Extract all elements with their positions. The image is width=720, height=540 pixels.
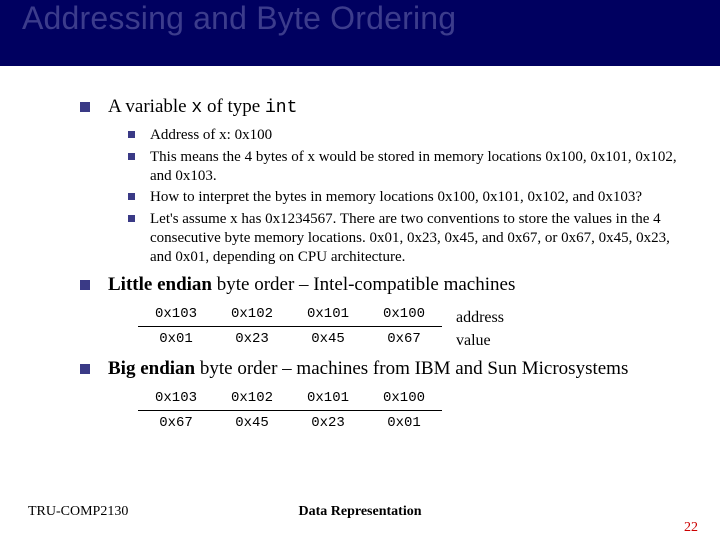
val-cell: 0x01 — [366, 411, 442, 434]
text: This means the 4 bytes of x would be sto… — [150, 149, 677, 184]
value-row: 0x01 0x23 0x45 0x67 value — [138, 327, 686, 350]
text: byte order – Intel-compatible machines — [212, 274, 515, 295]
title-bar: Addressing and Byte Ordering — [0, 0, 720, 66]
slide-body: A variable x of type int Address of x: 0… — [80, 96, 686, 442]
address-row: 0x103 0x102 0x101 0x100 — [138, 388, 686, 411]
square-bullet-icon — [80, 280, 90, 290]
square-bullet-icon — [128, 193, 135, 200]
big-endian-table: 0x103 0x102 0x101 0x100 0x67 0x45 0x23 0… — [138, 388, 686, 434]
sub-list: Address of x: 0x100 This means the 4 byt… — [128, 126, 686, 266]
text-bold: Little endian — [108, 274, 212, 295]
bullet-variable: A variable x of type int Address of x: 0… — [80, 96, 686, 266]
addr-cell: 0x102 — [214, 304, 290, 327]
addr-cell: 0x101 — [290, 304, 366, 327]
square-bullet-icon — [80, 364, 90, 374]
text: of type — [202, 96, 265, 117]
sub-bullet-assume: Let's assume x has 0x1234567. There are … — [128, 210, 686, 266]
bullet-little-endian: Little endian byte order – Intel-compati… — [80, 274, 686, 296]
val-cell: 0x45 — [214, 411, 290, 434]
text: byte order – machines from IBM and Sun M… — [195, 358, 628, 379]
footer-course: TRU-COMP2130 — [28, 504, 128, 520]
val-cell: 0x67 — [138, 411, 214, 434]
text: How to interpret the bytes in memory loc… — [150, 189, 642, 205]
val-cell: 0x45 — [290, 327, 366, 350]
sub-bullet-address: Address of x: 0x100 — [128, 126, 686, 145]
addr-cell: 0x100 — [366, 304, 442, 327]
val-cell: 0x23 — [214, 327, 290, 350]
text-bold: Big endian — [108, 358, 195, 379]
code-int: int — [265, 98, 297, 118]
addr-cell: 0x103 — [138, 388, 214, 411]
text: Address of x: 0x100 — [150, 127, 272, 143]
val-cell: 0x23 — [290, 411, 366, 434]
little-endian-table: 0x103 0x102 0x101 0x100 address 0x01 0x2… — [138, 304, 686, 350]
square-bullet-icon — [128, 153, 135, 160]
bullet-big-endian: Big endian byte order – machines from IB… — [80, 358, 686, 380]
text: A variable — [108, 96, 191, 117]
addr-cell: 0x101 — [290, 388, 366, 411]
slide: Addressing and Byte Ordering A variable … — [0, 0, 720, 540]
address-row: 0x103 0x102 0x101 0x100 address — [138, 304, 686, 327]
footer: TRU-COMP2130 Data Representation 22 — [0, 504, 720, 520]
addr-cell: 0x102 — [214, 388, 290, 411]
value-row: 0x67 0x45 0x23 0x01 — [138, 411, 686, 434]
text: Let's assume x has 0x1234567. There are … — [150, 211, 670, 265]
val-cell: 0x67 — [366, 327, 442, 350]
value-label: value — [442, 332, 491, 350]
square-bullet-icon — [128, 131, 135, 138]
val-cell: 0x01 — [138, 327, 214, 350]
sub-bullet-interpret: How to interpret the bytes in memory loc… — [128, 188, 686, 207]
addr-cell: 0x103 — [138, 304, 214, 327]
sub-bullet-storage: This means the 4 bytes of x would be sto… — [128, 148, 686, 186]
square-bullet-icon — [80, 102, 90, 112]
address-label: address — [442, 309, 504, 327]
addr-cell: 0x100 — [366, 388, 442, 411]
page-number: 22 — [684, 520, 698, 536]
code-x: x — [191, 98, 202, 118]
slide-title: Addressing and Byte Ordering — [22, 0, 456, 37]
square-bullet-icon — [128, 215, 135, 222]
